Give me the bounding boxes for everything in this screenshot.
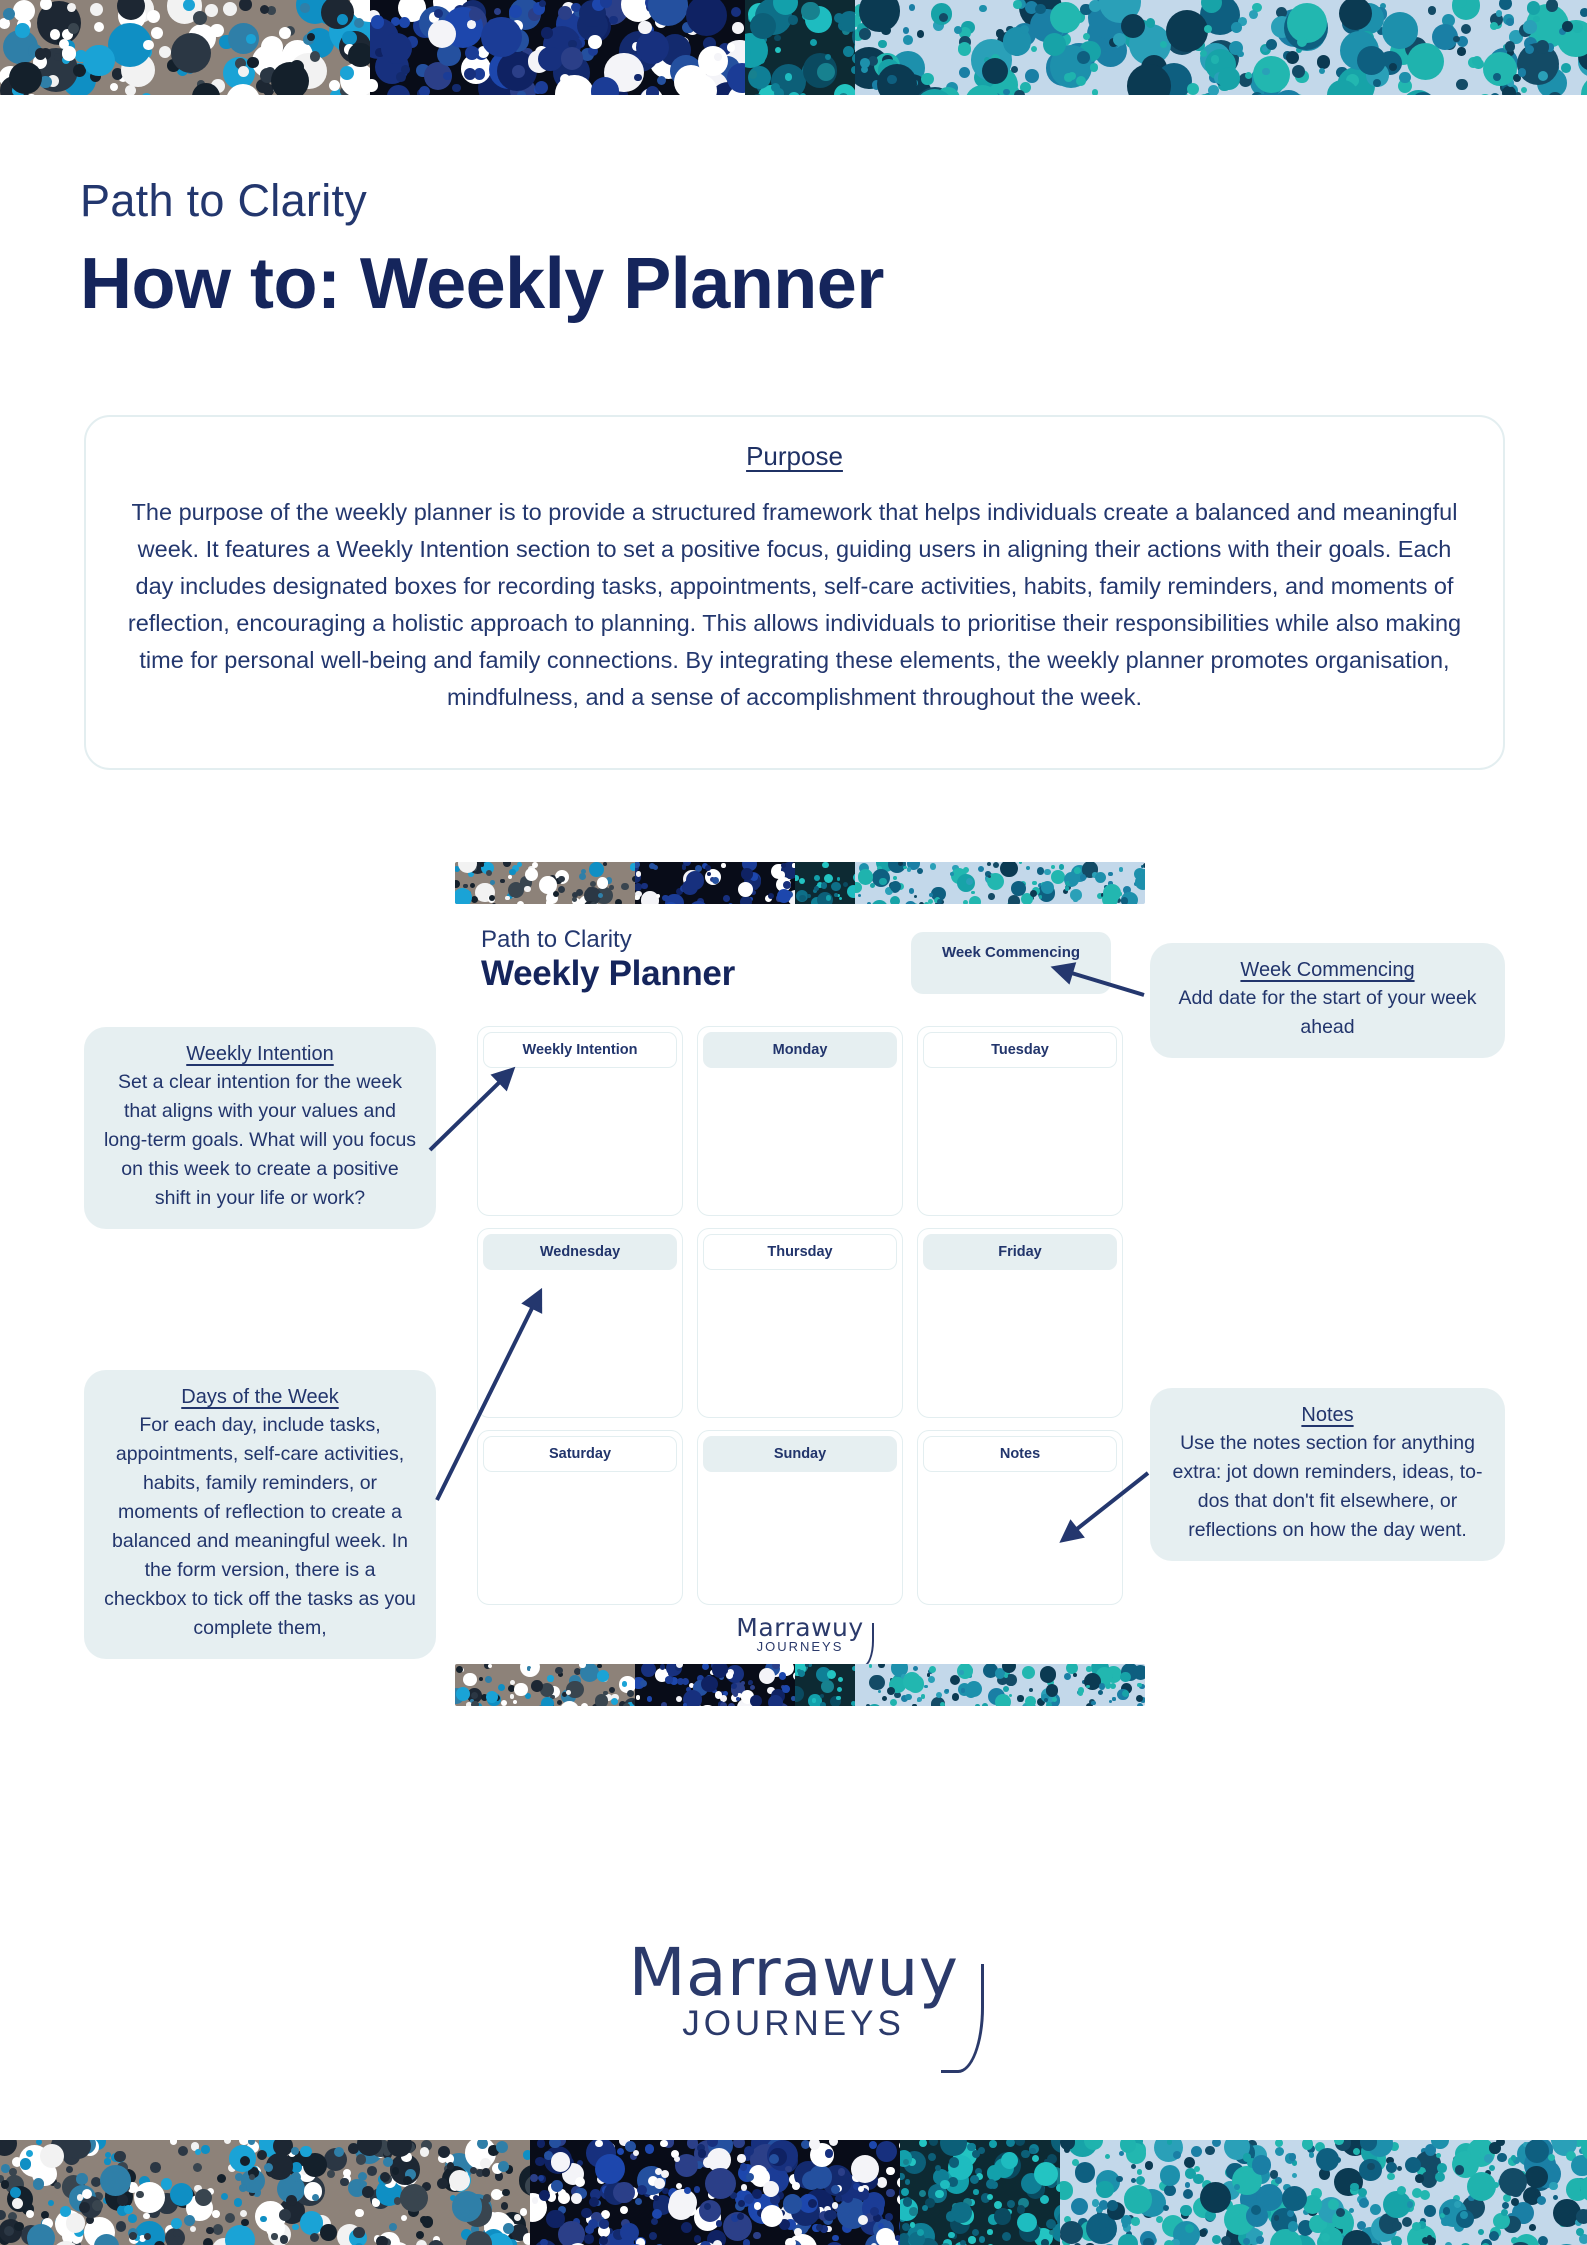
planner-cell[interactable]: Tuesday xyxy=(917,1026,1123,1216)
planner-cell-label: Notes xyxy=(923,1436,1117,1472)
planner-cell-label: Thursday xyxy=(703,1234,897,1270)
planner-band-teal xyxy=(795,862,855,904)
poster-page: Path to Clarity How to: Weekly Planner P… xyxy=(0,0,1587,2245)
planner-cell-label: Friday xyxy=(923,1234,1117,1270)
bottom-decorative-band xyxy=(0,2140,1587,2245)
bottom-band-navy xyxy=(530,2140,900,2245)
callout-weekly-intention-title: Weekly Intention xyxy=(186,1043,334,1065)
top-decorative-band xyxy=(0,0,1587,95)
planner-kicker: Path to Clarity xyxy=(481,926,632,953)
callout-days-of-the-week: Days of the Week For each day, include t… xyxy=(84,1370,436,1659)
planner-band-navy xyxy=(635,862,795,904)
weekly-planner-preview: Path to Clarity Weekly Planner Week Comm… xyxy=(455,862,1145,1706)
bottom-band-taupe xyxy=(0,2140,530,2245)
purpose-heading: Purpose xyxy=(746,441,843,471)
planner-band2-lightblue xyxy=(855,1664,1145,1706)
planner-logo: Marrawuy JOURNEYS xyxy=(455,1613,1145,1667)
planner-grid: Weekly Intention Monday Tuesday Wednesday Th… xyxy=(455,1026,1145,1605)
page-kicker: Path to Clarity xyxy=(80,175,368,226)
planner-cell[interactable]: Monday xyxy=(697,1026,903,1216)
bottom-band-lightblue xyxy=(1060,2140,1587,2245)
callout-week-commencing-body: Add date for the start of your week ahea… xyxy=(1178,987,1477,1038)
planner-cell-label: Sunday xyxy=(703,1436,897,1472)
callout-weekly-intention-body: Set a clear intention for the week that … xyxy=(103,1071,417,1209)
planner-cell[interactable]: Friday xyxy=(917,1228,1123,1418)
band-panel-lightblue xyxy=(855,0,1587,95)
callout-notes-body: Use the notes section for anything extra… xyxy=(1172,1432,1483,1541)
planner-top-band xyxy=(455,862,1145,904)
week-commencing-field[interactable]: Week Commencing xyxy=(911,932,1111,994)
planner-cell-label: Tuesday xyxy=(923,1032,1117,1068)
callout-days-body: For each day, include tasks, appointment… xyxy=(104,1414,416,1639)
callout-days-title: Days of the Week xyxy=(181,1386,339,1408)
purpose-card: Purpose The purpose of the weekly planne… xyxy=(84,415,1505,770)
planner-band2-taupe xyxy=(455,1664,635,1706)
planner-cell-label: Saturday xyxy=(483,1436,677,1472)
planner-cell[interactable]: Wednesday xyxy=(477,1228,683,1418)
week-commencing-label: Week Commencing xyxy=(941,944,1081,961)
planner-title: Weekly Planner xyxy=(481,954,735,993)
page-title: How to: Weekly Planner xyxy=(80,244,884,324)
callout-notes: Notes Use the notes section for anything… xyxy=(1150,1388,1505,1561)
planner-band-taupe xyxy=(455,862,635,904)
band-panel-navy xyxy=(370,0,745,95)
planner-band2-teal xyxy=(795,1664,855,1706)
band-panel-teal xyxy=(745,0,855,95)
callout-week-commencing: Week Commencing Add date for the start o… xyxy=(1150,943,1505,1058)
bottom-band-teal xyxy=(900,2140,1060,2245)
footer-logo-main: Marrawuy xyxy=(628,1934,959,2011)
planner-cell[interactable]: Weekly Intention xyxy=(477,1026,683,1216)
callout-weekly-intention: Weekly Intention Set a clear intention f… xyxy=(84,1027,436,1229)
planner-cell[interactable]: Saturday xyxy=(477,1430,683,1605)
planner-cell-label: Monday xyxy=(703,1032,897,1068)
band-panel-taupe xyxy=(0,0,370,95)
planner-cell[interactable]: Notes xyxy=(917,1430,1123,1605)
planner-logo-main: Marrawuy xyxy=(736,1613,864,1642)
planner-header: Path to Clarity Weekly Planner Week Comm… xyxy=(455,926,1145,1012)
footer-logo: Marrawuy JOURNEYS xyxy=(0,1934,1587,2073)
callout-notes-title: Notes xyxy=(1301,1404,1354,1426)
planner-cell-label: Wednesday xyxy=(483,1234,677,1270)
planner-band2-navy xyxy=(635,1664,795,1706)
planner-cell[interactable]: Sunday xyxy=(697,1430,903,1605)
purpose-text: The purpose of the weekly planner is to … xyxy=(127,499,1462,710)
planner-cell-label: Weekly Intention xyxy=(483,1032,677,1068)
footer-logo-sub: JOURNEYS xyxy=(682,2004,905,2043)
planner-band-lightblue xyxy=(855,862,1145,904)
planner-cell[interactable]: Thursday xyxy=(697,1228,903,1418)
callout-week-commencing-title: Week Commencing xyxy=(1240,959,1415,981)
planner-bottom-band xyxy=(455,1664,1145,1706)
